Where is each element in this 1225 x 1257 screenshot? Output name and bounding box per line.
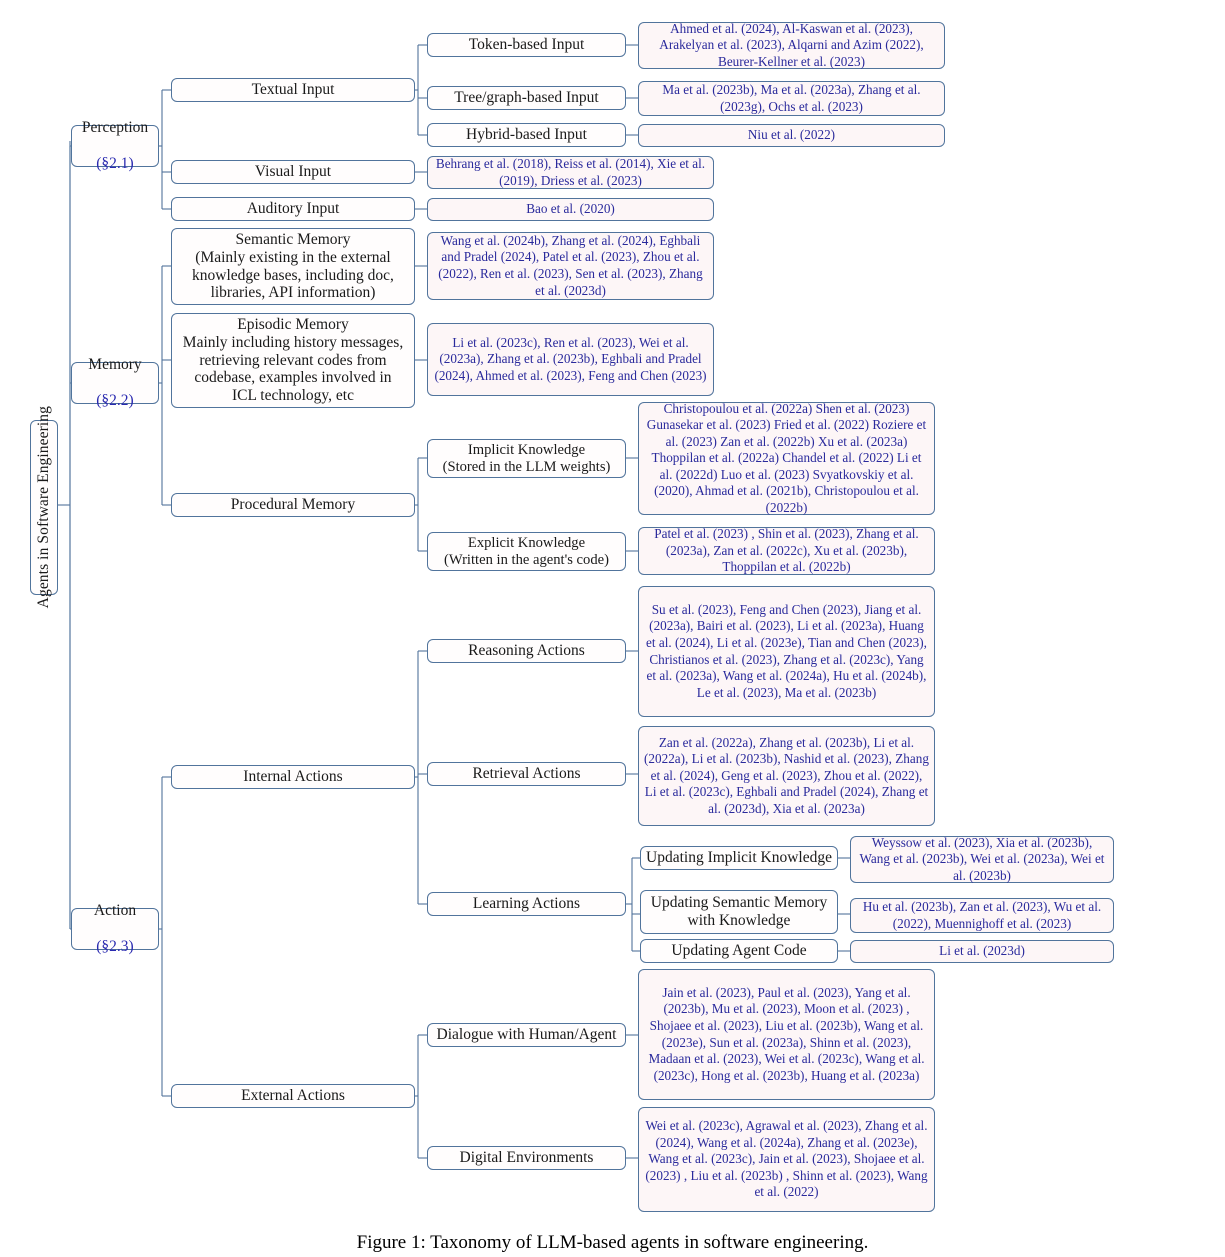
- memory-label: Memory (§2.2): [88, 356, 142, 409]
- citations-visual-input: Behrang et al. (2018), Reiss et al. (201…: [427, 156, 714, 189]
- node-updating-agent-code[interactable]: Updating Agent Code: [640, 939, 838, 963]
- external-actions-label: External Actions: [241, 1087, 345, 1105]
- updating-agent-code-label: Updating Agent Code: [671, 942, 807, 960]
- dialogue-label: Dialogue with Human/Agent: [436, 1026, 617, 1044]
- node-procedural-memory[interactable]: Procedural Memory: [171, 493, 415, 517]
- node-updating-semantic-memory[interactable]: Updating Semantic Memory with Knowledge: [640, 890, 838, 934]
- node-internal-actions[interactable]: Internal Actions: [171, 765, 415, 789]
- node-external-actions[interactable]: External Actions: [171, 1084, 415, 1108]
- updating-semantic-memory-label: Updating Semantic Memory with Knowledge: [650, 894, 828, 929]
- explicit-knowledge-label: Explicit Knowledge (Written in the agent…: [444, 534, 609, 568]
- action-label: Action (§2.3): [93, 902, 137, 955]
- node-tree-graph-based-input[interactable]: Tree/graph-based Input: [427, 86, 626, 110]
- node-semantic-memory[interactable]: Semantic Memory (Mainly existing in the …: [171, 228, 415, 305]
- citations-auditory-input: Bao et al. (2020): [427, 198, 714, 221]
- digital-environments-label: Digital Environments: [459, 1149, 594, 1167]
- citations-semantic-memory: Wang et al. (2024b), Zhang et al. (2024)…: [427, 232, 714, 300]
- citations-episodic-memory: Li et al. (2023c), Ren et al. (2023), We…: [427, 323, 714, 396]
- semantic-memory-label: Semantic Memory (Mainly existing in the …: [192, 230, 394, 302]
- node-updating-implicit-knowledge[interactable]: Updating Implicit Knowledge: [640, 846, 838, 870]
- node-implicit-knowledge[interactable]: Implicit Knowledge (Stored in the LLM we…: [427, 439, 626, 478]
- category-perception[interactable]: Perception (§2.1): [71, 119, 159, 172]
- internal-actions-label: Internal Actions: [243, 768, 343, 786]
- node-explicit-knowledge[interactable]: Explicit Knowledge (Written in the agent…: [427, 532, 626, 571]
- reasoning-actions-label: Reasoning Actions: [468, 642, 585, 660]
- citations-dialogue: Jain et al. (2023), Paul et al. (2023), …: [638, 969, 935, 1100]
- root-label: Agents in Software Engineering: [35, 406, 52, 609]
- retrieval-actions-label: Retrieval Actions: [472, 765, 581, 783]
- citations-reasoning-actions: Su et al. (2023), Feng and Chen (2023), …: [638, 586, 935, 717]
- node-dialogue-with-human-agent[interactable]: Dialogue with Human/Agent: [427, 1023, 626, 1047]
- hybrid-based-input-label: Hybrid-based Input: [466, 126, 587, 144]
- citations-digital-environments: Wei et al. (2023c), Agrawal et al. (2023…: [638, 1107, 935, 1212]
- citations-explicit-knowledge: Patel et al. (2023) , Shin et al. (2023)…: [638, 526, 935, 575]
- node-visual-input[interactable]: Visual Input: [171, 160, 415, 184]
- citations-token-based-input: Ahmed et al. (2024), Al-Kaswan et al. (2…: [638, 21, 945, 69]
- token-based-input-label: Token-based Input: [468, 36, 585, 54]
- citations-implicit-knowledge: Christopoulou et al. (2022a) Shen et al.…: [638, 401, 935, 515]
- updating-implicit-knowledge-label: Updating Implicit Knowledge: [646, 849, 832, 867]
- node-hybrid-based-input[interactable]: Hybrid-based Input: [427, 123, 626, 147]
- node-episodic-memory[interactable]: Episodic Memory Mainly including history…: [171, 313, 415, 408]
- node-auditory-input[interactable]: Auditory Input: [171, 197, 415, 221]
- node-textual-input[interactable]: Textual Input: [171, 78, 415, 102]
- citations-updating-semantic-memory: Hu et al. (2023b), Zan et al. (2023), Wu…: [850, 898, 1114, 933]
- taxonomy-figure: Agents in Software Engineering Perceptio…: [0, 0, 1225, 1257]
- tree-graph-based-input-label: Tree/graph-based Input: [454, 89, 599, 107]
- episodic-memory-label: Episodic Memory Mainly including history…: [182, 315, 404, 405]
- citations-hybrid-based-input: Niu et al. (2022): [638, 124, 945, 147]
- implicit-knowledge-label: Implicit Knowledge (Stored in the LLM we…: [442, 441, 611, 475]
- auditory-input-label: Auditory Input: [246, 200, 340, 218]
- node-learning-actions[interactable]: Learning Actions: [427, 892, 626, 916]
- category-action[interactable]: Action (§2.3): [71, 902, 159, 955]
- citations-tree-graph-based-input: Ma et al. (2023b), Ma et al. (2023a), Zh…: [638, 81, 945, 116]
- citations-updating-implicit-knowledge: Weyssow et al. (2023), Xia et al. (2023b…: [850, 835, 1114, 883]
- citations-updating-agent-code: Li et al. (2023d): [850, 940, 1114, 963]
- citations-retrieval-actions: Zan et al. (2022a), Zhang et al. (2023b)…: [638, 726, 935, 826]
- node-token-based-input[interactable]: Token-based Input: [427, 33, 626, 57]
- procedural-memory-label: Procedural Memory: [230, 496, 356, 514]
- root-node[interactable]: Agents in Software Engineering: [30, 406, 58, 609]
- node-reasoning-actions[interactable]: Reasoning Actions: [427, 639, 626, 663]
- node-digital-environments[interactable]: Digital Environments: [427, 1146, 626, 1170]
- textual-input-label: Textual Input: [251, 81, 335, 99]
- category-memory[interactable]: Memory (§2.2): [71, 356, 159, 409]
- visual-input-label: Visual Input: [254, 163, 332, 181]
- figure-caption: Figure 1: Taxonomy of LLM-based agents i…: [356, 1232, 869, 1253]
- node-retrieval-actions[interactable]: Retrieval Actions: [427, 762, 626, 786]
- learning-actions-label: Learning Actions: [472, 895, 581, 913]
- perception-label: Perception (§2.1): [81, 119, 149, 172]
